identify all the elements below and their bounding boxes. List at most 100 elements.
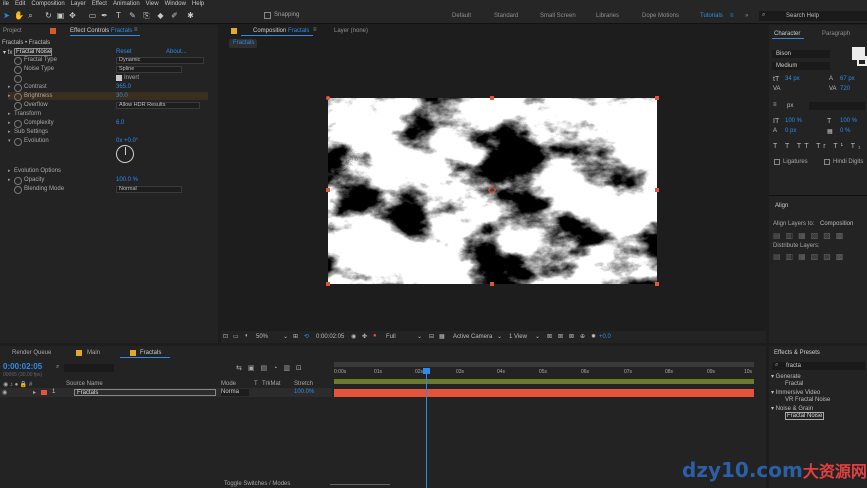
transparency-icon[interactable]: ▦ bbox=[439, 333, 445, 340]
brightness-value[interactable]: 30.0 bbox=[116, 93, 128, 99]
tab-project[interactable]: Project bbox=[3, 28, 22, 34]
menu-file[interactable]: ile bbox=[0, 0, 12, 8]
align-to-dropdown[interactable]: Composition bbox=[820, 221, 853, 227]
stopwatch-icon[interactable] bbox=[14, 177, 22, 185]
font-style-dropdown[interactable]: Medium bbox=[772, 62, 830, 70]
camera-tool-icon[interactable]: ▣ bbox=[56, 11, 65, 20]
horizontal-scale-value[interactable]: 100 % bbox=[840, 118, 857, 124]
col-t[interactable]: T bbox=[254, 381, 258, 387]
expand-arrow[interactable]: ▸ bbox=[33, 389, 36, 396]
chevron-down-icon[interactable]: ⌄ bbox=[535, 333, 540, 340]
flowchart-icon[interactable]: ⊕ bbox=[580, 333, 585, 340]
zoom-level[interactable]: 50% bbox=[256, 334, 268, 340]
invert-checkbox[interactable] bbox=[116, 75, 122, 81]
stretch-value[interactable]: 100.0% bbox=[294, 389, 314, 395]
complexity-value[interactable]: 6.0 bbox=[116, 120, 124, 126]
toggle-switches-modes[interactable]: Toggle Switches / Modes bbox=[224, 481, 290, 487]
zoom-slider[interactable] bbox=[330, 484, 390, 485]
menu-window[interactable]: Window bbox=[162, 0, 189, 8]
tab-effect-controls[interactable]: Effect Controls Fractals bbox=[70, 28, 132, 34]
vertical-scale-value[interactable]: 100 % bbox=[785, 118, 802, 124]
ws-standard[interactable]: Standard bbox=[494, 13, 518, 19]
stopwatch-icon[interactable] bbox=[14, 84, 22, 92]
channel-icon[interactable]: ● bbox=[373, 333, 377, 339]
chevron-down-icon[interactable]: ⌄ bbox=[497, 333, 502, 340]
pen-tool-icon[interactable]: ✒ bbox=[100, 11, 109, 20]
tab-main[interactable]: Main bbox=[87, 350, 100, 356]
stopwatch-icon[interactable] bbox=[14, 186, 22, 194]
tree-fractal-noise[interactable]: Fractal Noise bbox=[771, 412, 865, 421]
tree-immersive-video[interactable]: ▾ Immersive Video bbox=[771, 389, 865, 397]
stopwatch-icon[interactable] bbox=[14, 57, 22, 65]
hindi-digits-checkbox[interactable] bbox=[824, 159, 830, 165]
ws-libraries[interactable]: Libraries bbox=[596, 13, 619, 19]
stopwatch-icon[interactable] bbox=[14, 75, 22, 83]
playhead-handle[interactable] bbox=[423, 368, 430, 374]
tree-generate[interactable]: ▾ Generate bbox=[771, 373, 865, 381]
col-source-name[interactable]: Source Name bbox=[66, 381, 103, 387]
handle[interactable] bbox=[655, 96, 659, 100]
tracking-value[interactable]: 720 bbox=[840, 86, 850, 92]
transform-group[interactable]: Transform bbox=[14, 111, 41, 117]
layer-name-box[interactable]: Fractals bbox=[74, 389, 216, 396]
pan-behind-tool-icon[interactable]: ✥ bbox=[68, 11, 77, 20]
resolution-dropdown[interactable]: Full bbox=[386, 334, 396, 340]
layer-duration-bar[interactable] bbox=[334, 389, 754, 397]
fx-name-box[interactable]: Fractal Noise bbox=[14, 48, 52, 56]
stopwatch-icon[interactable] bbox=[14, 93, 22, 101]
menu-help[interactable]: Help bbox=[189, 0, 207, 8]
ligatures-checkbox[interactable] bbox=[774, 159, 780, 165]
blending-mode-dropdown[interactable]: Normal bbox=[116, 186, 182, 193]
tab-render-queue[interactable]: Render Queue bbox=[12, 350, 51, 356]
fractal-type-dropdown[interactable]: Dynamic bbox=[116, 57, 204, 64]
expand-arrow[interactable]: ▸ bbox=[8, 120, 11, 126]
opacity-value[interactable]: 100.0 % bbox=[116, 177, 138, 183]
layer-bounds[interactable] bbox=[325, 95, 660, 287]
font-family-dropdown[interactable]: Bison bbox=[772, 50, 830, 58]
evolution-value[interactable]: 0x +0.0° bbox=[116, 138, 138, 144]
effects-search[interactable]: ⌕ fracta bbox=[772, 362, 865, 370]
expand-arrow[interactable]: ▸ bbox=[8, 129, 11, 135]
toggle-icon[interactable]: ⊠ bbox=[569, 333, 574, 340]
toggle-icon[interactable]: ⊠ bbox=[547, 333, 552, 340]
panel-menu-icon[interactable]: ≡ bbox=[313, 27, 317, 33]
av-switch-icons[interactable]: ◉ ♪ ● 🔒 # bbox=[3, 381, 32, 388]
ws-small-screen[interactable]: Small Screen bbox=[540, 13, 576, 19]
baseline-value[interactable]: 0 px bbox=[785, 128, 796, 134]
region-icon[interactable]: ⊡ bbox=[223, 333, 228, 340]
stroke-width-unit[interactable]: px bbox=[787, 103, 793, 109]
handle[interactable] bbox=[490, 282, 494, 286]
leading-value[interactable]: 67 px bbox=[840, 76, 855, 82]
grid-icon[interactable]: ⊞ bbox=[293, 333, 298, 340]
contrast-value[interactable]: 365.0 bbox=[116, 84, 131, 90]
handle[interactable] bbox=[490, 96, 494, 100]
comp-breadcrumb[interactable]: Fractals bbox=[229, 39, 257, 48]
roi-icon[interactable]: ⊟ bbox=[429, 333, 434, 340]
tab-layer[interactable]: Layer (none) bbox=[334, 28, 368, 34]
expand-arrow[interactable]: ▸ bbox=[8, 111, 11, 117]
menu-edit[interactable]: Edit bbox=[12, 0, 28, 8]
type-style-buttons[interactable]: T T TT Tr T¹ T₁ bbox=[773, 143, 863, 150]
workspace-menu-icon[interactable]: ≡ bbox=[730, 13, 734, 19]
camera-icon[interactable]: ◉ bbox=[351, 333, 356, 340]
puppet-tool-icon[interactable]: ✱ bbox=[186, 11, 195, 20]
toggle-icon[interactable]: ⊠ bbox=[558, 333, 563, 340]
monitor-icon[interactable]: ▭ bbox=[233, 333, 239, 340]
shape-tool-icon[interactable]: ▭ bbox=[88, 11, 97, 20]
time-navigator[interactable] bbox=[334, 362, 754, 367]
sub-settings-group[interactable]: Sub Settings bbox=[14, 129, 48, 135]
distribute-buttons[interactable]: ▤▥▦▧▨▩ bbox=[773, 252, 848, 261]
noise-type-dropdown[interactable]: Spline bbox=[116, 66, 182, 73]
type-tool-icon[interactable]: T bbox=[114, 11, 123, 20]
time-ruler[interactable]: 0:00s 01s 02s 03s 04s 05s 06s 07s 08s 09… bbox=[334, 368, 754, 378]
layer-row[interactable]: ◉ ▸ 1 Fractals Norma 100.0% bbox=[0, 388, 332, 397]
tree-fractal[interactable]: Fractal bbox=[771, 381, 865, 389]
current-time[interactable]: 0:00:02:05 bbox=[316, 334, 344, 340]
overflow-dropdown[interactable]: Allow HDR Results bbox=[116, 102, 200, 109]
handle[interactable] bbox=[655, 282, 659, 286]
timeline-search[interactable]: ⌕ bbox=[56, 364, 114, 372]
handle[interactable] bbox=[655, 188, 659, 192]
chevron-down-icon[interactable]: ⌄ bbox=[417, 333, 422, 340]
chevron-down-icon[interactable]: ⌄ bbox=[283, 333, 288, 340]
ws-default[interactable]: Default bbox=[452, 13, 471, 19]
